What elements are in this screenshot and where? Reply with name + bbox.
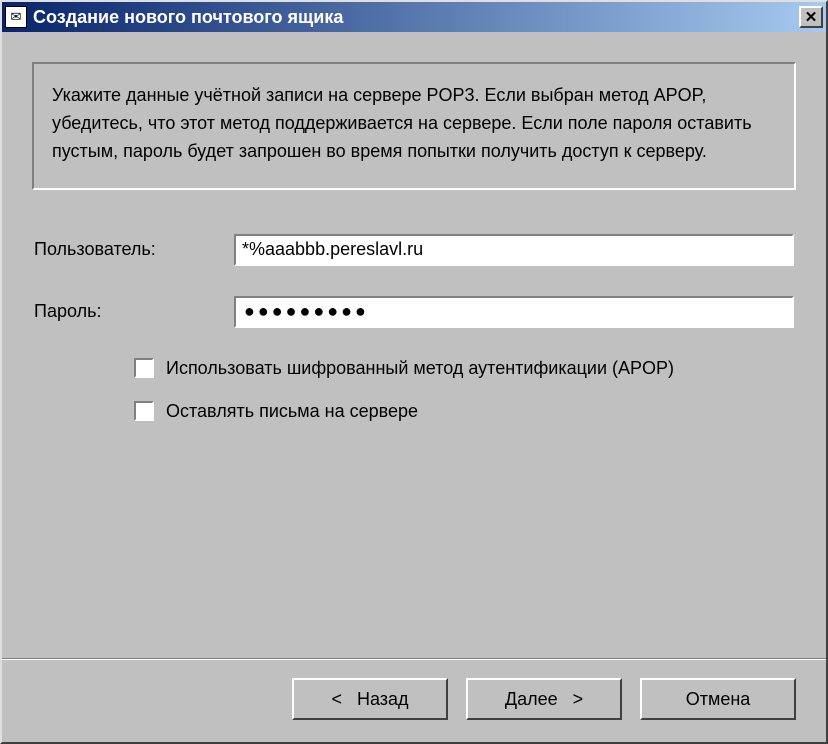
user-label: Пользователь: [34, 239, 234, 260]
close-button[interactable]: ✕ [799, 6, 823, 28]
app-icon: ✉ [5, 6, 27, 28]
back-button-label: < Назад [331, 689, 408, 710]
close-icon: ✕ [805, 8, 818, 26]
leave-row: Оставлять письма на сервере [134, 401, 794, 422]
apop-row: Использовать шифрованный метод аутентифи… [134, 358, 794, 379]
leave-on-server-checkbox[interactable] [134, 401, 154, 421]
next-button-label: Далее > [505, 689, 583, 710]
window-title: Создание нового почтового ящика [33, 7, 799, 28]
password-label: Пароль: [34, 301, 234, 322]
next-button[interactable]: Далее > [466, 678, 622, 720]
apop-checkbox[interactable] [134, 358, 154, 378]
titlebar: ✉ Создание нового почтового ящика ✕ [2, 2, 826, 32]
dialog-window: ✉ Создание нового почтового ящика ✕ Укаж… [0, 0, 828, 744]
cancel-button-label: Отмена [686, 689, 751, 710]
password-input[interactable]: ●●●●●●●●● [234, 296, 794, 328]
user-row: Пользователь: [34, 234, 794, 266]
leave-on-server-label[interactable]: Оставлять письма на сервере [166, 401, 418, 422]
apop-label[interactable]: Использовать шифрованный метод аутентифи… [166, 358, 674, 379]
info-panel: Укажите данные учётной записи на сервере… [32, 62, 796, 190]
button-separator [2, 658, 826, 660]
back-button[interactable]: < Назад [292, 678, 448, 720]
password-row: Пароль: ●●●●●●●●● [34, 296, 794, 328]
form-area: Пользователь: Пароль: ●●●●●●●●● Использо… [32, 234, 796, 444]
user-input[interactable] [234, 234, 794, 266]
checkbox-area: Использовать шифрованный метод аутентифи… [34, 358, 794, 422]
cancel-button[interactable]: Отмена [640, 678, 796, 720]
info-text: Укажите данные учётной записи на сервере… [52, 82, 776, 166]
dialog-content: Укажите данные учётной записи на сервере… [2, 32, 826, 658]
button-row: < Назад Далее > Отмена [2, 678, 826, 742]
